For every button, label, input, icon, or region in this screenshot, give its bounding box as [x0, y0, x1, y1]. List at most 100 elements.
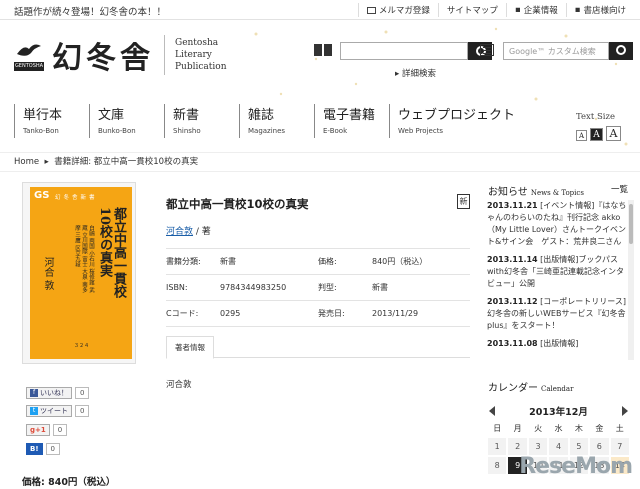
author-link[interactable]: 河合敦 [166, 227, 193, 237]
nav-label-en: Bunko-Bon [98, 127, 136, 135]
news-title-en: News & Topics [530, 189, 584, 197]
next-month-icon[interactable] [621, 406, 628, 416]
twitter-icon: t [30, 407, 38, 415]
nav-shinsho[interactable]: 新書 Shinsho [164, 104, 239, 138]
book-search-icon [314, 44, 332, 56]
news-item[interactable]: 2013.11.12 [コーポレートリリース]幻冬舎の新しいWEBサービス『幻冬… [487, 296, 630, 332]
news-text: [出版情報] [540, 339, 579, 348]
cover-series-name: 幻冬舎新書 [55, 195, 98, 201]
news-scrollbar[interactable] [628, 200, 634, 360]
utility-nav: メルマガ登録 サイトマップ ▪ 企業情報 ▪ 書店様向け [357, 0, 634, 20]
logo-english: Gentosha Literary Publication [175, 37, 227, 73]
logo-en-line-3: Publication [175, 62, 227, 72]
spec-value: 新書 [372, 283, 388, 292]
calendar-dow: 日 [493, 424, 502, 433]
nav-label-jp: 文庫 [98, 108, 125, 123]
calendar-day[interactable]: 7 [610, 438, 629, 455]
hatena-bookmark: B! 0 [26, 443, 60, 455]
site-logo[interactable]: GENTOSHA 幻冬舎 Gentosha Literary Publicati… [14, 33, 227, 77]
calendar-day[interactable]: 8 [488, 457, 507, 474]
news-item[interactable]: 2013.11.08 [出版情報] [487, 338, 630, 350]
calendar-day[interactable]: 1 [488, 438, 507, 455]
google-plus: g+1 0 [26, 424, 68, 436]
news-item[interactable]: 2013.11.14 [出版情報]ブックパスwith幻冬舎「三崎亜記連載記念イン… [487, 254, 630, 290]
bookstore-link[interactable]: ▪ 書店様向け [565, 3, 634, 17]
calendar-day[interactable]: 2 [508, 438, 527, 455]
calendar-dow: 金 [595, 424, 604, 433]
facebook-like-button[interactable]: f いいね！ [26, 387, 72, 399]
company-info-label: 企業情報 [523, 6, 558, 16]
logo-divider [164, 35, 165, 75]
company-info-link[interactable]: ▪ 企業情報 [505, 3, 566, 17]
news-list: 2013.11.21 [イベント情報]『はなちゃんのわらいのたね』刊行記念 ak… [487, 200, 630, 362]
calendar-day[interactable]: 5 [569, 438, 589, 455]
text-size-small-button[interactable]: A [576, 130, 587, 141]
nav-web-projects[interactable]: ウェブプロジェクト Web Projects [389, 104, 549, 138]
calendar-dow: 月 [513, 424, 522, 433]
logo-en-line-1: Gentosha [175, 38, 219, 48]
cover-title: 都立中高一貫校10校の真実 [97, 207, 126, 298]
nav-bunko-bon[interactable]: 文庫 Bunko-Bon [89, 104, 164, 138]
google-plus-button[interactable]: g+1 [26, 424, 50, 436]
calendar-day[interactable]: 6 [590, 438, 609, 455]
tab-author-info[interactable]: 著者情報 [166, 336, 214, 359]
bird-logo-icon [17, 44, 41, 56]
author-info-text: 河合敦 [166, 380, 192, 390]
cover-school-names: 白鷗 両国 小石川 桜修館 武蔵 立川国際 富士 大泉 南多摩 三鷹 区立九段 [74, 225, 94, 293]
nav-magazines[interactable]: 雑誌 Magazines [239, 104, 314, 138]
facebook-count: 0 [75, 387, 90, 399]
news-date: 2013.11.08 [487, 339, 538, 348]
prev-month-icon[interactable] [489, 406, 495, 416]
spec-key: 書籍分類: [166, 257, 201, 266]
facebook-icon: f [30, 389, 38, 397]
logo-wordmark: 幻冬舎 [52, 41, 154, 76]
hatena-bookmark-button[interactable]: B! [26, 443, 43, 455]
breadcrumb-separator: ▸ [44, 157, 49, 167]
text-size-medium-button[interactable]: A [590, 128, 603, 141]
nav-label-en: Shinsho [173, 127, 201, 135]
cover-series-mark: GS [34, 190, 50, 201]
facebook-like: f いいね！ 0 [26, 387, 90, 399]
book-title: 都立中高一貫校10校の真実 [166, 197, 309, 211]
nav-label-en: Tanko-Bon [23, 127, 59, 135]
calendar-heading: カレンダー Calendar [488, 379, 573, 394]
calendar-day[interactable]: 4 [549, 438, 568, 455]
spec-key: 判型: [318, 283, 337, 292]
news-list-link[interactable]: 一覧 [611, 183, 628, 195]
nav-label-jp: 単行本 [23, 108, 63, 123]
book-search-input[interactable] [340, 42, 468, 60]
scroll-thumb[interactable] [629, 204, 633, 244]
text-size-large-button[interactable]: A [606, 126, 621, 141]
calendar-dow: 木 [574, 424, 583, 433]
facebook-like-label: いいね！ [40, 389, 68, 397]
cover-art: GS 幻冬舎新書 都立中高一貫校10校の真実 白鷗 両国 小石川 桜修館 武蔵 … [30, 187, 132, 359]
news-title: お知らせ [488, 187, 528, 198]
main-nav: 単行本 Tanko-Bon 文庫 Bunko-Bon 新書 Shinsho 雑誌… [14, 104, 549, 138]
calendar-day[interactable]: 3 [528, 438, 548, 455]
calendar-month: 2013年12月 [529, 407, 588, 418]
price-summary: 価格: 840円（税込） [22, 477, 116, 488]
spec-key: Cコード: [166, 309, 199, 318]
nav-label-jp: 電子書籍 [323, 108, 376, 123]
author-role: / 著 [193, 227, 211, 237]
sitemap-link[interactable]: サイトマップ [437, 3, 506, 17]
nav-tanko-bon[interactable]: 単行本 Tanko-Bon [14, 104, 89, 138]
spec-key: 発売日: [318, 309, 345, 318]
cover-number: ３２４ [74, 343, 90, 349]
google-search-button[interactable] [609, 42, 633, 60]
google-search-input[interactable]: Google™ カスタム検索 [503, 42, 609, 60]
nav-e-book[interactable]: 電子書籍 E-Book [314, 104, 389, 138]
spec-value: 0295 [220, 309, 241, 318]
spec-key: ISBN: [166, 283, 188, 292]
book-cover[interactable]: GS 幻冬舎新書 都立中高一貫校10校の真実 白鷗 両国 小石川 桜修館 武蔵 … [22, 182, 136, 364]
nav-label-en: Magazines [248, 127, 286, 135]
breadcrumb-home[interactable]: Home [14, 157, 39, 167]
news-item[interactable]: 2013.11.21 [イベント情報]『はなちゃんのわらいのたね』刊行記念 ak… [487, 200, 630, 248]
calendar-title-en: Calendar [541, 385, 574, 393]
mail-magazine-label: メルマガ登録 [378, 6, 430, 16]
spec-row: 書籍分類: 新書 価格: 840円（税込） [166, 249, 470, 275]
tweet-button[interactable]: t ツイート [26, 405, 72, 417]
advanced-search-link[interactable]: ▸ 詳細検索 [395, 67, 436, 79]
mail-magazine-link[interactable]: メルマガ登録 [357, 3, 438, 17]
calendar-dow: 土 [615, 424, 624, 433]
